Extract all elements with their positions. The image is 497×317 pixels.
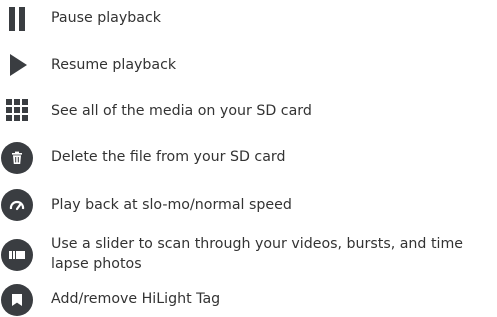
list-item-delete: Delete the file from your SD card: [0, 141, 497, 175]
list-item-speed: Play back at slo-mo/normal speed: [0, 188, 497, 222]
list-item-resume: Resume playback: [0, 50, 497, 80]
delete-icon-circle: [0, 141, 34, 175]
resume-label: Resume playback: [51, 57, 177, 73]
scrubber-icon-circle: [0, 238, 34, 272]
hilight-tag-icon: [12, 294, 22, 306]
play-icon: [0, 48, 34, 82]
speedometer-icon: [9, 200, 25, 211]
pause-label: Pause playback: [51, 10, 161, 26]
speed-label: Play back at slo-mo/normal speed: [51, 197, 292, 213]
hilight-icon-circle: [0, 283, 34, 317]
scrubber-label: Use a slider to scan through your videos…: [51, 236, 463, 272]
trash-icon: [12, 151, 22, 164]
grid-icon: [0, 93, 34, 127]
list-item-hilight: Add/remove HiLight Tag: [0, 283, 497, 316]
speed-icon-circle: [0, 188, 34, 222]
list-item-scrubber: Use a slider to scan through your videos…: [0, 233, 497, 277]
list-item-pause: Pause playback: [0, 4, 497, 34]
hilight-label: Add/remove HiLight Tag: [51, 291, 221, 307]
media-grid-label: See all of the media on your SD card: [51, 103, 312, 119]
list-item-media-grid: See all of the media on your SD card: [0, 95, 497, 125]
scrubber-icon: [9, 251, 25, 259]
delete-label: Delete the file from your SD card: [51, 149, 286, 165]
pause-icon: [0, 2, 34, 36]
